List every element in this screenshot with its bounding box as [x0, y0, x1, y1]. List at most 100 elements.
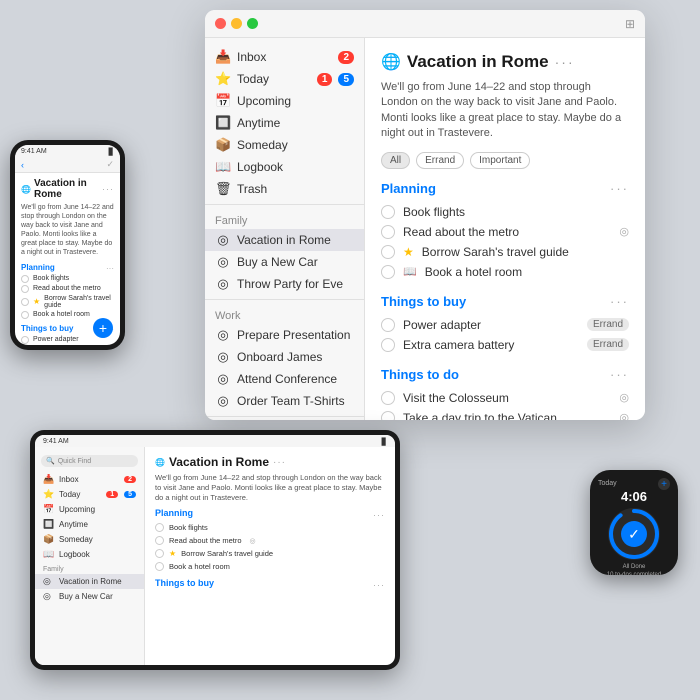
phone-checkbox-4[interactable] — [21, 311, 29, 319]
ipad-anytime[interactable]: 🔲 Anytime — [35, 517, 144, 532]
sidebar-item-conference[interactable]: ◎ Attend Conference — [205, 368, 364, 390]
sidebar-item-upcoming[interactable]: 📅 Upcoming — [205, 90, 364, 112]
todo-header: Things to do ··· — [381, 367, 629, 382]
task-checkbox[interactable] — [381, 225, 395, 239]
phone-check-button[interactable]: ✓ — [106, 159, 114, 170]
family-header: Family — [205, 209, 364, 229]
task-checkbox[interactable] — [381, 245, 395, 259]
sidebar-item-someday[interactable]: 📦 Someday — [205, 134, 364, 156]
sidebar-item-vacation-rome[interactable]: ◎ Vacation in Rome — [205, 229, 364, 251]
ipad-title-row: 🌐 Vacation in Rome ··· — [155, 455, 385, 469]
watch-screen: Today 4:06 ✓ All Done 10 to-dos complete… — [594, 474, 674, 575]
tag-errand[interactable]: Errand — [416, 152, 464, 169]
ipad-upcoming-icon: 📅 — [43, 504, 55, 515]
sidebar-smart-lists: 📥 Inbox 2 ⭐ Today 1 5 📅 Upcoming 🔲 Anyti… — [205, 46, 364, 200]
phone-description: We'll go from June 14–22 and stop throug… — [21, 203, 114, 258]
tag-important[interactable]: Important — [470, 152, 530, 169]
sidebar-item-anytime[interactable]: 🔲 Anytime — [205, 112, 364, 134]
ipad-inbox[interactable]: 📥 Inbox 2 — [35, 472, 144, 487]
detail-more-button[interactable]: ··· — [555, 54, 575, 70]
sidebar-item-trash[interactable]: 🗑 Trash — [205, 178, 364, 200]
ipad-car[interactable]: ◎ Buy a New Car — [35, 589, 144, 604]
phone-device: 9:41 AM ▊ ‹ ✓ 🌐 Vacation in Rome ··· We'… — [10, 140, 125, 350]
phone-fab[interactable]: + — [93, 318, 113, 338]
sidebar-item-onboard[interactable]: ◎ Onboard James — [205, 346, 364, 368]
todo-more[interactable]: ··· — [610, 367, 629, 382]
phone-planning-more[interactable]: ··· — [106, 264, 114, 273]
watch-device: Today 4:06 ✓ All Done 10 to-dos complete… — [590, 470, 678, 575]
traffic-lights — [215, 18, 258, 29]
ipad-family-header: Family — [35, 562, 144, 574]
ipad-someday[interactable]: 📦 Someday — [35, 532, 144, 547]
maximize-button[interactable] — [247, 18, 258, 29]
sidebar-item-inbox[interactable]: 📥 Inbox 2 — [205, 46, 364, 68]
phone-star-icon: ★ — [33, 297, 40, 306]
titlebar: ⊞ — [205, 10, 645, 38]
errand-tag: Errand — [587, 318, 629, 331]
planning-header: Planning ··· — [381, 181, 629, 196]
task-checkbox[interactable] — [381, 338, 395, 352]
sidebar-item-buy-car[interactable]: ◎ Buy a New Car — [205, 251, 364, 273]
ipad-sidebar: 🔍 Quick Find 📥 Inbox 2 ⭐ Today 1 5 📅 Upc… — [35, 447, 145, 665]
phone-status-bar: 9:41 AM ▊ — [15, 145, 120, 157]
ipad-vacation[interactable]: ◎ Vacation in Rome — [35, 574, 144, 589]
phone-checkbox-3[interactable] — [21, 298, 29, 306]
sidebar-work-section: Work ◎ Prepare Presentation ◎ Onboard Ja… — [205, 304, 364, 412]
ipad-today[interactable]: ⭐ Today 1 5 — [35, 487, 144, 502]
ipad-checkbox-1[interactable] — [155, 523, 164, 532]
sidebar-item-logbook[interactable]: 📖 Logbook — [205, 156, 364, 178]
inbox-icon: 📥 — [215, 49, 231, 65]
minimize-button[interactable] — [231, 18, 242, 29]
sidebar-divider-2 — [205, 299, 364, 300]
ipad-status-bar: 9:41 AM ▊ — [35, 435, 395, 447]
planning-more[interactable]: ··· — [610, 181, 629, 196]
ipad-planning-more[interactable]: ··· — [373, 510, 385, 520]
sidebar-item-party[interactable]: ◎ Throw Party for Eve — [205, 273, 364, 295]
ipad-upcoming[interactable]: 📅 Upcoming — [35, 502, 144, 517]
phone-buy-title: Things to buy — [21, 324, 73, 333]
task-checkbox[interactable] — [381, 411, 395, 420]
vatican-icon: ◎ — [619, 411, 629, 420]
buy-more[interactable]: ··· — [610, 294, 629, 309]
ipad-checkbox-2[interactable] — [155, 536, 164, 545]
anytime-icon: 🔲 — [215, 115, 231, 131]
phone-time: 9:41 AM — [21, 148, 47, 156]
close-button[interactable] — [215, 18, 226, 29]
work-header: Work — [205, 304, 364, 324]
planning-section: Planning ··· Book flights Read about the… — [381, 181, 629, 282]
sidebar-divider-3 — [205, 416, 364, 417]
ipad-more-button[interactable]: ··· — [273, 457, 286, 468]
watch-add-button[interactable]: + — [658, 478, 670, 490]
ipad-task-3: ★ Borrow Sarah's travel guide — [155, 547, 385, 560]
task-checkbox[interactable] — [381, 391, 395, 405]
ipad-buy-more[interactable]: ··· — [373, 580, 385, 590]
sidebar-item-presentation[interactable]: ◎ Prepare Presentation — [205, 324, 364, 346]
sidebar-item-today[interactable]: ⭐ Today 1 5 — [205, 68, 364, 90]
task-checkbox[interactable] — [381, 205, 395, 219]
ipad-time: 9:41 AM — [43, 438, 69, 446]
buy-header: Things to buy ··· — [381, 294, 629, 309]
phone-back-button[interactable]: ‹ — [21, 160, 24, 170]
watch-circle: ✓ — [608, 508, 660, 560]
task-checkbox[interactable] — [381, 265, 395, 279]
ipad-inbox-icon: 📥 — [43, 474, 55, 485]
ipad-detail: 🌐 Vacation in Rome ··· We'll go from Jun… — [145, 447, 395, 665]
ipad-someday-icon: 📦 — [43, 534, 55, 545]
ipad-globe-icon: 🌐 — [155, 458, 165, 467]
phone-more-button[interactable]: ··· — [102, 184, 114, 194]
ipad-battery-icon: ▊ — [382, 438, 387, 446]
ipad-checkbox-4[interactable] — [155, 562, 164, 571]
task-checkbox[interactable] — [381, 318, 395, 332]
ipad-checkbox-3[interactable] — [155, 549, 164, 558]
ipad-info-icon: ◎ — [250, 537, 256, 545]
phone-checkbox-5[interactable] — [21, 336, 29, 344]
ipad-search[interactable]: 🔍 Quick Find — [41, 455, 138, 467]
book-icon: 📖 — [403, 265, 417, 278]
buy-title: Things to buy — [381, 294, 466, 309]
sidebar-item-tshirts[interactable]: ◎ Order Team T-Shirts — [205, 390, 364, 412]
phone-checkbox-2[interactable] — [21, 285, 29, 293]
tag-all[interactable]: All — [381, 152, 410, 169]
things-to-buy-section: Things to buy ··· Power adapter Errand E… — [381, 294, 629, 355]
phone-checkbox-1[interactable] — [21, 275, 29, 283]
ipad-logbook[interactable]: 📖 Logbook — [35, 547, 144, 562]
